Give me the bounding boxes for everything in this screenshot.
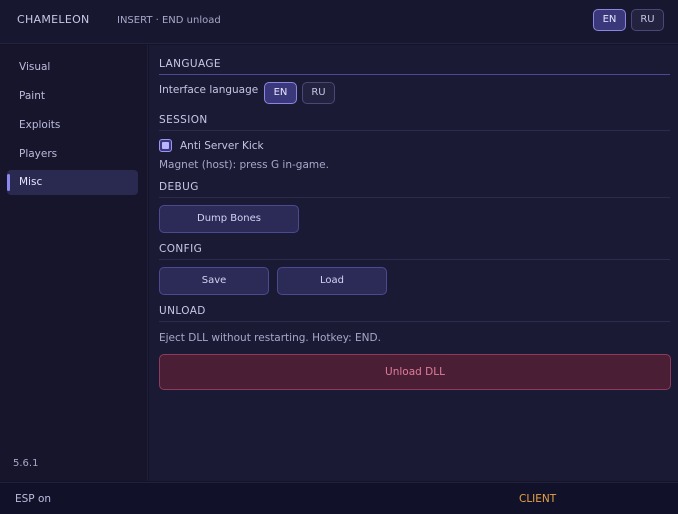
- unload-description: Eject DLL without restarting. Hotkey: EN…: [159, 332, 381, 344]
- sidebar-item-label: Players: [19, 148, 58, 160]
- section-title-language: LANGUAGE: [159, 58, 670, 75]
- anti-server-kick-checkbox[interactable]: [159, 139, 172, 152]
- app-title: CHAMELEON: [17, 13, 90, 26]
- sidebar-item-exploits[interactable]: Exploits: [7, 113, 138, 138]
- sidebar-item-paint[interactable]: Paint: [7, 84, 138, 109]
- section-title-debug: DEBUG: [159, 181, 670, 198]
- hotkey-hint: INSERT · END unload: [117, 15, 221, 26]
- save-config-button[interactable]: Save: [159, 267, 269, 295]
- header-lang-en-button[interactable]: EN: [593, 9, 626, 31]
- unload-dll-button[interactable]: Unload DLL: [159, 354, 671, 390]
- version-label: 5.6.1: [13, 458, 39, 469]
- sidebar-item-visual[interactable]: Visual: [7, 55, 138, 80]
- anti-server-kick-label: Anti Server Kick: [180, 140, 264, 152]
- header-lang-ru-button[interactable]: RU: [631, 9, 664, 31]
- sidebar: Visual Paint Exploits Players Misc 5.6.1: [0, 45, 148, 481]
- section-title-config: CONFIG: [159, 243, 670, 260]
- client-status: CLIENT: [519, 493, 557, 505]
- main-panel: LANGUAGE Interface language EN RU SESSIO…: [149, 45, 678, 481]
- sidebar-item-label: Misc: [19, 176, 43, 188]
- sidebar-item-misc[interactable]: Misc: [7, 170, 138, 195]
- sidebar-item-label: Exploits: [19, 119, 61, 131]
- sidebar-item-label: Visual: [19, 61, 51, 73]
- section-title-session: SESSION: [159, 114, 670, 131]
- language-en-button[interactable]: EN: [264, 82, 297, 104]
- dump-bones-button[interactable]: Dump Bones: [159, 205, 299, 233]
- sidebar-item-players[interactable]: Players: [7, 142, 138, 167]
- section-title-unload: UNLOAD: [159, 305, 670, 322]
- load-config-button[interactable]: Load: [277, 267, 387, 295]
- top-bar: CHAMELEON INSERT · END unload EN RU: [0, 0, 678, 44]
- interface-language-label: Interface language: [159, 84, 259, 96]
- sidebar-item-label: Paint: [19, 90, 45, 102]
- magnet-hint: Magnet (host): press G in-game.: [159, 159, 329, 171]
- status-bar: ESP on CLIENT: [0, 482, 678, 514]
- language-ru-button[interactable]: RU: [302, 82, 335, 104]
- esp-status: ESP on: [15, 493, 52, 505]
